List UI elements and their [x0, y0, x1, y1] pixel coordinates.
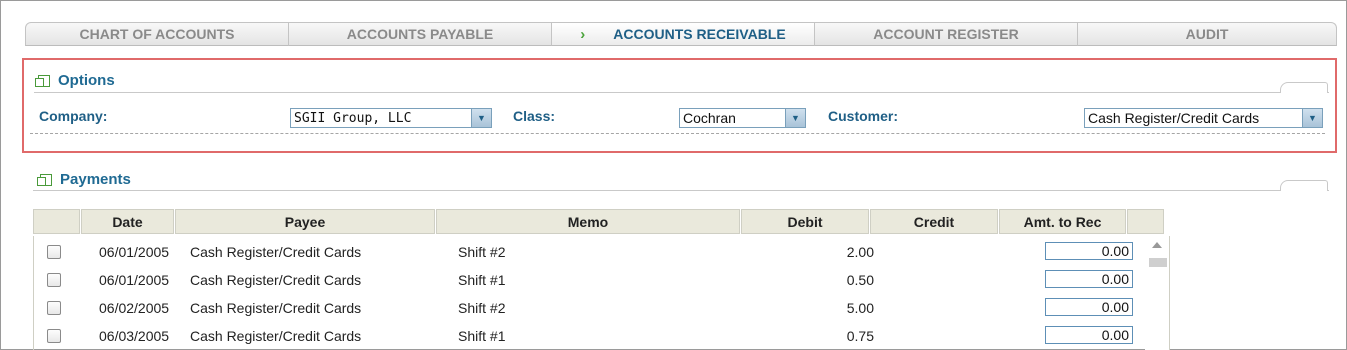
class-value: Cochran [683, 110, 736, 126]
amount-to-reconcile-input[interactable]: 0.00 [1045, 270, 1133, 288]
company-value: SGII Group, LLC [294, 110, 412, 126]
tab-audit[interactable]: AUDIT [1077, 22, 1337, 46]
column-header-payee[interactable]: Payee [175, 209, 435, 234]
date-cell: 06/03/2005 [99, 328, 170, 344]
date-cell: 06/02/2005 [99, 300, 170, 316]
row-checkbox[interactable] [47, 329, 61, 343]
company-label: Company: [39, 108, 108, 124]
table-row: 06/03/2005 Cash Register/Credit Cards Sh… [34, 322, 1142, 350]
debit-cell: 0.50 [846, 272, 874, 288]
customer-select[interactable]: Cash Register/Credit Cards ▼ [1084, 108, 1323, 128]
column-header-amt-to-rec[interactable]: Amt. to Rec [999, 209, 1126, 234]
class-select[interactable]: Cochran ▼ [679, 108, 806, 128]
panel-corner-tab [1280, 180, 1328, 191]
debit-cell: 2.00 [846, 244, 874, 260]
chevron-down-icon[interactable]: ▼ [471, 109, 491, 127]
column-header-select[interactable] [33, 209, 80, 234]
row-checkbox[interactable] [47, 273, 61, 287]
chevron-down-icon[interactable]: ▼ [1302, 109, 1322, 127]
vertical-scrollbar[interactable] [1145, 236, 1169, 350]
column-header-memo[interactable]: Memo [436, 209, 740, 234]
scroll-up-icon[interactable] [1152, 242, 1162, 248]
memo-cell: Shift #2 [458, 244, 506, 260]
tab-label: AUDIT [1185, 26, 1229, 42]
payee-cell: Cash Register/Credit Cards [190, 272, 362, 288]
divider [34, 92, 1329, 93]
dashed-divider [30, 133, 1325, 134]
debit-cell: 0.75 [846, 328, 874, 344]
customer-label: Customer: [828, 108, 899, 124]
options-header[interactable]: Options [35, 72, 115, 89]
customer-value: Cash Register/Credit Cards [1088, 110, 1260, 126]
tab-label: ACCOUNT REGISTER [873, 26, 1019, 42]
amount-to-reconcile-input[interactable]: 0.00 [1045, 326, 1133, 344]
payee-cell: Cash Register/Credit Cards [190, 328, 362, 344]
debit-cell: 5.00 [846, 300, 874, 316]
panel-corner-tab [1280, 82, 1328, 93]
collapse-icon[interactable] [37, 173, 52, 186]
amount-to-reconcile-input[interactable]: 0.00 [1045, 298, 1133, 316]
date-cell: 06/01/2005 [99, 272, 170, 288]
amount-to-reconcile-input[interactable]: 0.00 [1045, 242, 1133, 260]
memo-cell: Shift #2 [458, 300, 506, 316]
tab-account-register[interactable]: ACCOUNT REGISTER [814, 22, 1078, 46]
column-header-debit[interactable]: Debit [741, 209, 869, 234]
tab-label: ACCOUNTS PAYABLE [346, 26, 494, 42]
memo-cell: Shift #1 [458, 328, 506, 344]
chevron-right-icon: › [580, 25, 586, 43]
tab-chart-of-accounts[interactable]: CHART OF ACCOUNTS [25, 22, 289, 46]
options-title: Options [58, 72, 115, 89]
payments-table-body: 06/01/2005 Cash Register/Credit Cards Sh… [33, 236, 1170, 350]
date-cell: 06/01/2005 [99, 244, 170, 260]
tab-accounts-payable[interactable]: ACCOUNTS PAYABLE [288, 22, 552, 46]
chevron-down-icon[interactable]: ▼ [785, 109, 805, 127]
row-checkbox[interactable] [47, 245, 61, 259]
column-header-credit[interactable]: Credit [870, 209, 998, 234]
column-header-scroll [1127, 209, 1164, 234]
scrollbar-thumb[interactable] [1149, 258, 1167, 267]
payments-title: Payments [60, 171, 131, 188]
tab-label: ACCOUNTS RECEIVABLE [613, 26, 786, 42]
tab-label: CHART OF ACCOUNTS [79, 26, 235, 42]
payments-header[interactable]: Payments [37, 171, 131, 188]
company-select[interactable]: SGII Group, LLC ▼ [290, 108, 492, 128]
table-row: 06/01/2005 Cash Register/Credit Cards Sh… [34, 238, 1142, 266]
memo-cell: Shift #1 [458, 272, 506, 288]
row-checkbox[interactable] [47, 301, 61, 315]
table-row: 06/02/2005 Cash Register/Credit Cards Sh… [34, 294, 1142, 322]
options-panel: Options Company: SGII Group, LLC ▼ Class… [22, 58, 1337, 153]
divider [33, 190, 1329, 191]
class-label: Class: [513, 108, 556, 124]
payments-table-header: Date Payee Memo Debit Credit Amt. to Rec [33, 209, 1165, 236]
table-row: 06/01/2005 Cash Register/Credit Cards Sh… [34, 266, 1142, 294]
payee-cell: Cash Register/Credit Cards [190, 244, 362, 260]
payee-cell: Cash Register/Credit Cards [190, 300, 362, 316]
tab-bar: CHART OF ACCOUNTS ACCOUNTS PAYABLE › ACC… [25, 22, 1337, 48]
tab-accounts-receivable[interactable]: › ACCOUNTS RECEIVABLE [551, 22, 815, 46]
column-header-date[interactable]: Date [81, 209, 174, 234]
collapse-icon[interactable] [35, 74, 50, 87]
